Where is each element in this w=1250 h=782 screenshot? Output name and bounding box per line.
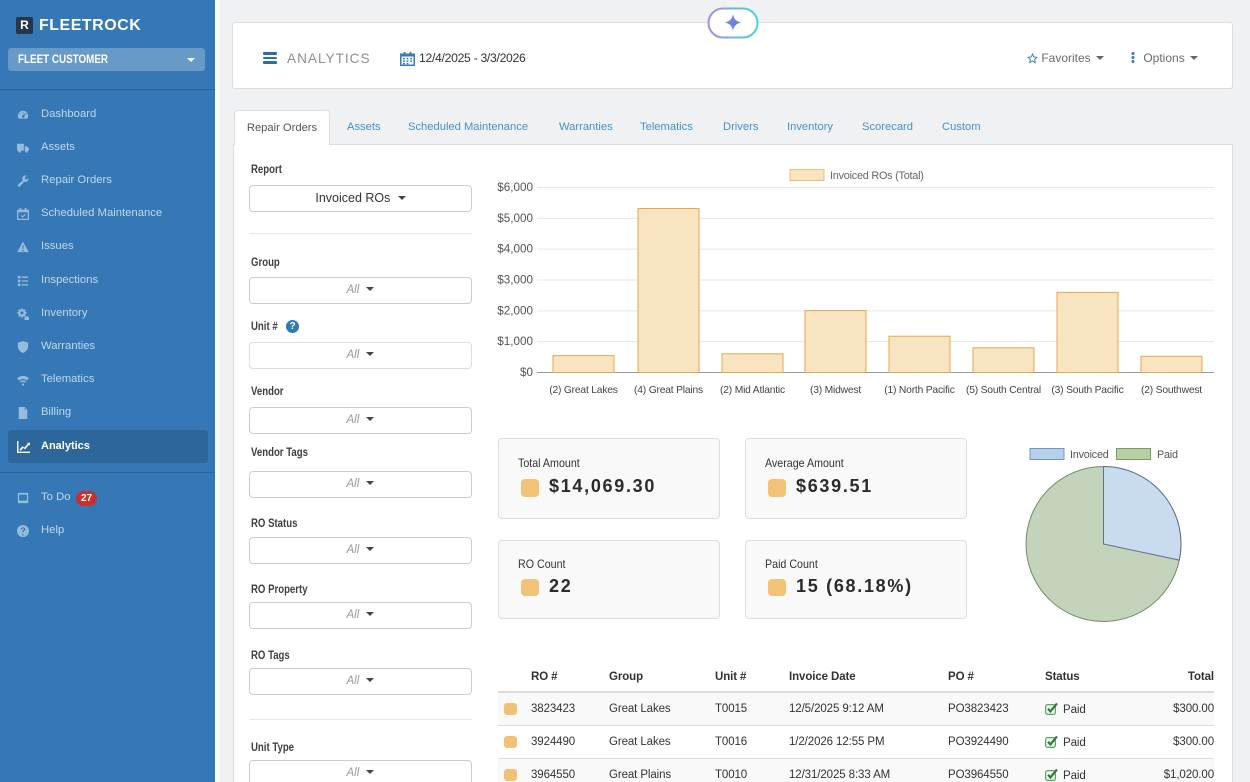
svg-text:(2) Great Lakes: (2) Great Lakes — [549, 385, 618, 396]
svg-text:$5,000: $5,000 — [497, 212, 533, 225]
svg-text:$0: $0 — [520, 366, 534, 379]
svg-text:(1) North Pacific: (1) North Pacific — [884, 385, 954, 396]
svg-text:$1,000: $1,000 — [497, 335, 533, 348]
svg-text:(3) South Pacific: (3) South Pacific — [1051, 385, 1123, 396]
svg-text:(3) Midwest: (3) Midwest — [810, 385, 861, 396]
svg-text:(5) South Central: (5) South Central — [966, 385, 1041, 396]
svg-text:Invoiced ROs (Total): Invoiced ROs (Total) — [830, 170, 924, 182]
svg-text:(4) Great Plains: (4) Great Plains — [634, 385, 703, 396]
svg-text:Paid: Paid — [1157, 449, 1178, 461]
svg-text:$6,000: $6,000 — [497, 181, 533, 194]
svg-text:$2,000: $2,000 — [497, 304, 533, 317]
svg-text:$4,000: $4,000 — [497, 243, 533, 256]
svg-text:$3,000: $3,000 — [497, 274, 533, 287]
svg-text:(2) Mid Atlantic: (2) Mid Atlantic — [720, 385, 785, 396]
svg-text:Invoiced: Invoiced — [1070, 449, 1109, 461]
svg-text:(2) Southwest: (2) Southwest — [1141, 385, 1202, 396]
